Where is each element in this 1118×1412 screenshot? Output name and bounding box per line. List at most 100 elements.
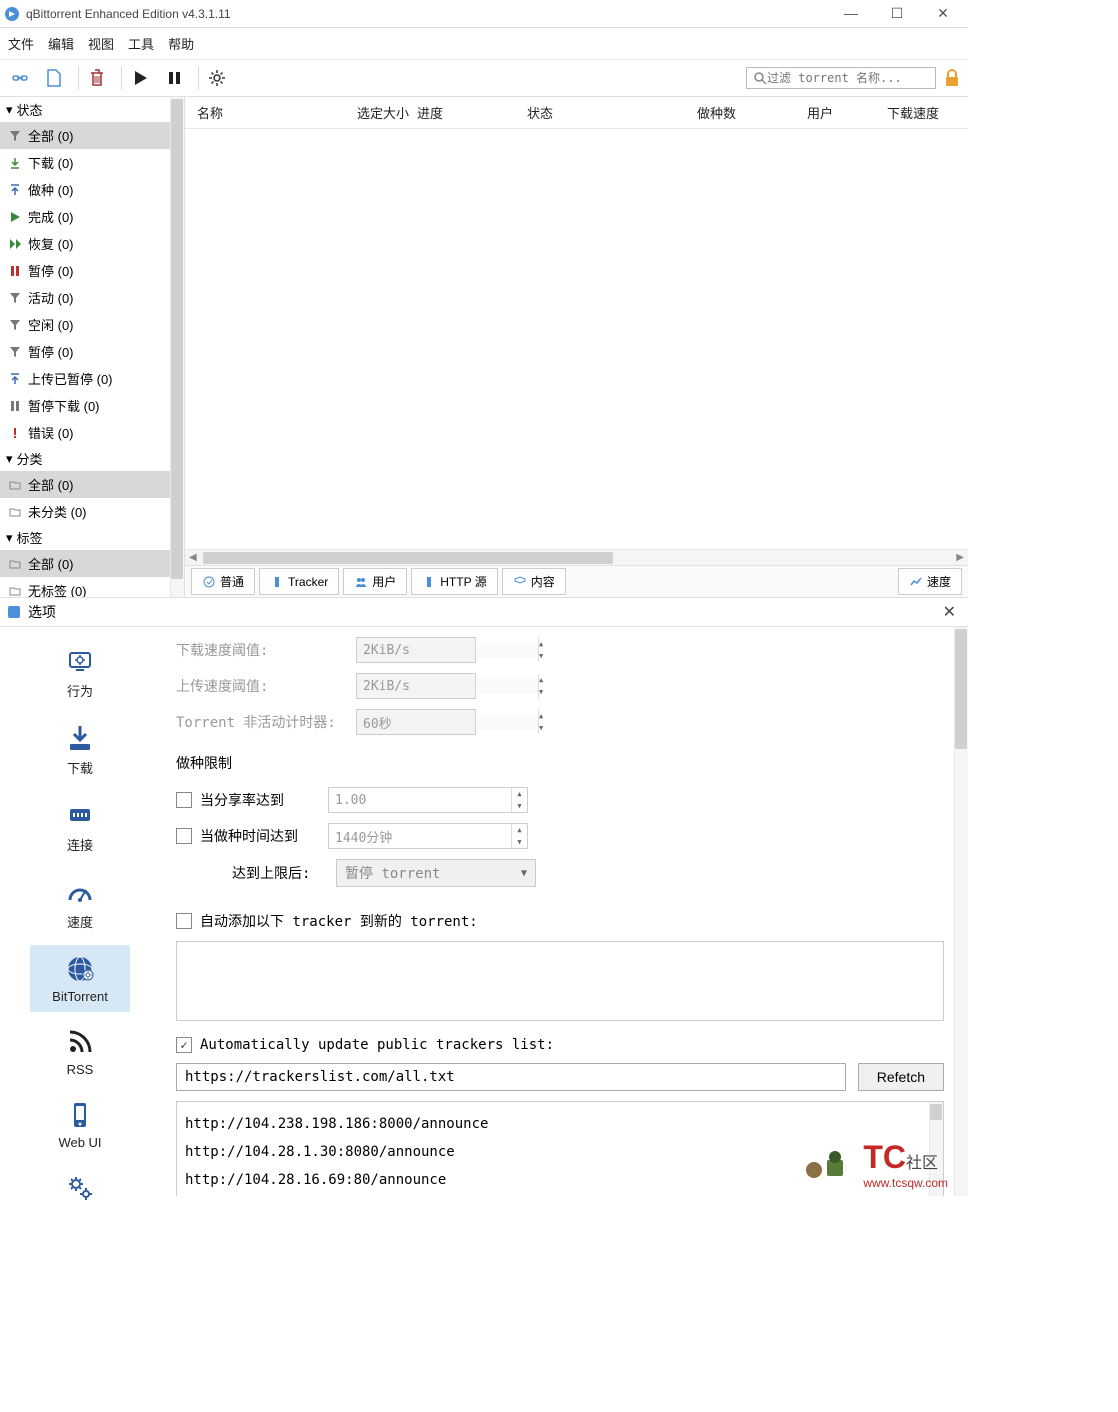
sidebar-category-item[interactable]: 未分类 (0) xyxy=(0,498,184,525)
sidebar-status-item[interactable]: 暂停 (0) xyxy=(0,338,184,365)
options-close-button[interactable]: ✕ xyxy=(937,602,962,622)
bittorrent-icon xyxy=(64,953,96,985)
close-button[interactable]: ✕ xyxy=(930,5,956,22)
ratio-checkbox[interactable] xyxy=(176,792,192,808)
nav-label: RSS xyxy=(30,1062,130,1077)
sidebar-status-label: 恢复 (0) xyxy=(28,234,74,253)
sidebar-tags-label: 全部 (0) xyxy=(28,554,74,573)
sidebar-status-item[interactable]: 空闲 (0) xyxy=(0,311,184,338)
nav-label: 速度 xyxy=(30,912,130,931)
sidebar-status-item[interactable]: 暂停 (0) xyxy=(0,257,184,284)
sidebar-scrollbar[interactable] xyxy=(170,97,184,597)
col-size[interactable]: 选定大小 xyxy=(353,101,413,124)
col-progress[interactable]: 进度 xyxy=(413,101,523,124)
tab-peers[interactable]: 用户 xyxy=(343,568,407,595)
search-input[interactable] xyxy=(767,71,929,85)
sidebar-status-label: 暂停下载 (0) xyxy=(28,396,100,415)
tab-tracker[interactable]: Tracker xyxy=(259,568,339,595)
ratio-input[interactable]: ▲▼ xyxy=(328,787,528,813)
tab-http[interactable]: HTTP 源 xyxy=(411,568,497,595)
sidebar-status-item[interactable]: 全部 (0) xyxy=(0,122,184,149)
add-file-button[interactable] xyxy=(40,64,68,92)
inactive-timer-input[interactable]: ▲▼ xyxy=(356,709,476,735)
nav-下载[interactable]: 下载 xyxy=(30,714,130,785)
maximize-button[interactable]: ☐ xyxy=(884,5,910,22)
tab-content[interactable]: 内容 xyxy=(502,568,566,595)
inactive-timer-label: Torrent 非活动计时器: xyxy=(176,712,346,732)
auto-add-tracker-checkbox[interactable] xyxy=(176,913,192,929)
delete-button[interactable] xyxy=(83,64,111,92)
seed-time-checkbox[interactable] xyxy=(176,828,192,844)
settings-scrollbar[interactable] xyxy=(954,627,968,1196)
nav-行为[interactable]: 行为 xyxy=(30,637,130,708)
auto-update-checkbox[interactable] xyxy=(176,1037,192,1053)
settings-button[interactable] xyxy=(203,64,231,92)
horizontal-scrollbar[interactable]: ◀ ▶ xyxy=(185,549,968,565)
download-arrow-icon xyxy=(8,156,22,170)
tracker-textarea[interactable] xyxy=(176,941,944,1021)
col-name[interactable]: 名称 xyxy=(193,101,353,124)
after-limit-select[interactable]: 暂停 torrent▼ xyxy=(336,859,536,887)
webui-icon xyxy=(64,1099,96,1131)
nav-label: 行为 xyxy=(30,681,130,700)
upload-threshold-input[interactable]: ▲▼ xyxy=(356,673,476,699)
resume-button[interactable] xyxy=(126,64,154,92)
search-box[interactable] xyxy=(746,67,936,89)
nav-advanced[interactable] xyxy=(30,1164,130,1216)
sidebar-status-item[interactable]: 错误 (0) xyxy=(0,419,184,446)
sidebar-status-item[interactable]: 做种 (0) xyxy=(0,176,184,203)
minimize-button[interactable]: — xyxy=(838,5,864,22)
content-area: 名称 选定大小 进度 状态 做种数 用户 下载速度 ◀ ▶ 普通 Tracker… xyxy=(185,97,968,597)
titlebar: qBittorrent Enhanced Edition v4.3.1.11 —… xyxy=(0,0,968,28)
seed-time-input[interactable]: ▲▼ xyxy=(328,823,528,849)
sidebar-status-label: 全部 (0) xyxy=(28,126,74,145)
filter-icon xyxy=(8,129,22,143)
pause-button[interactable] xyxy=(160,64,188,92)
download-icon xyxy=(64,722,96,754)
download-threshold-input[interactable]: ▲▼ xyxy=(356,637,476,663)
folder-icon xyxy=(8,478,22,492)
sidebar-status-label: 暂停 (0) xyxy=(28,342,74,361)
sidebar-tags-item[interactable]: 无标签 (0) xyxy=(0,577,184,597)
sidebar-status-item[interactable]: 恢复 (0) xyxy=(0,230,184,257)
col-seeds[interactable]: 做种数 xyxy=(693,101,803,124)
col-peers[interactable]: 用户 xyxy=(803,101,883,124)
sidebar-status-item[interactable]: 完成 (0) xyxy=(0,203,184,230)
add-link-button[interactable] xyxy=(6,64,34,92)
sidebar-status-item[interactable]: 暂停下载 (0) xyxy=(0,392,184,419)
refetch-button[interactable]: Refetch xyxy=(858,1063,944,1091)
sidebar-category-label: 全部 (0) xyxy=(28,475,74,494)
nav-速度[interactable]: 速度 xyxy=(30,868,130,939)
col-status[interactable]: 状态 xyxy=(523,101,693,124)
sidebar-status-item[interactable]: 上传已暂停 (0) xyxy=(0,365,184,392)
menu-file[interactable]: 文件 xyxy=(8,34,34,53)
lock-icon[interactable] xyxy=(942,68,962,88)
trackers-url-input[interactable] xyxy=(176,1063,846,1091)
sidebar-tags-header[interactable]: ▾标签 xyxy=(0,525,184,550)
tab-speed[interactable]: 速度 xyxy=(898,568,962,595)
menubar: 文件 编辑 视图 工具 帮助 xyxy=(0,28,968,59)
tab-general[interactable]: 普通 xyxy=(191,568,255,595)
sidebar-status-item[interactable]: 活动 (0) xyxy=(0,284,184,311)
menu-view[interactable]: 视图 xyxy=(88,34,114,53)
sidebar-status-item[interactable]: 下载 (0) xyxy=(0,149,184,176)
sidebar-category-header[interactable]: ▾分类 xyxy=(0,446,184,471)
nav-label: 下载 xyxy=(30,758,130,777)
nav-连接[interactable]: 连接 xyxy=(30,791,130,862)
menu-edit[interactable]: 编辑 xyxy=(48,34,74,53)
toolbar xyxy=(0,59,968,97)
sidebar-status-label: 上传已暂停 (0) xyxy=(28,369,113,388)
upload-arrow-icon xyxy=(8,372,22,386)
sidebar-status-header[interactable]: ▾状态 xyxy=(0,97,184,122)
nav-bittorrent[interactable]: BitTorrent xyxy=(30,945,130,1012)
nav-web ui[interactable]: Web UI xyxy=(30,1091,130,1158)
sidebar-status-label: 做种 (0) xyxy=(28,180,74,199)
sidebar-category-item[interactable]: 全部 (0) xyxy=(0,471,184,498)
nav-rss[interactable]: RSS xyxy=(30,1018,130,1085)
seed-time-label: 当做种时间达到 xyxy=(200,826,320,846)
folder-icon xyxy=(8,584,22,598)
col-dlspeed[interactable]: 下载速度 xyxy=(883,101,953,124)
menu-tools[interactable]: 工具 xyxy=(128,34,154,53)
sidebar-tags-item[interactable]: 全部 (0) xyxy=(0,550,184,577)
menu-help[interactable]: 帮助 xyxy=(168,34,194,53)
